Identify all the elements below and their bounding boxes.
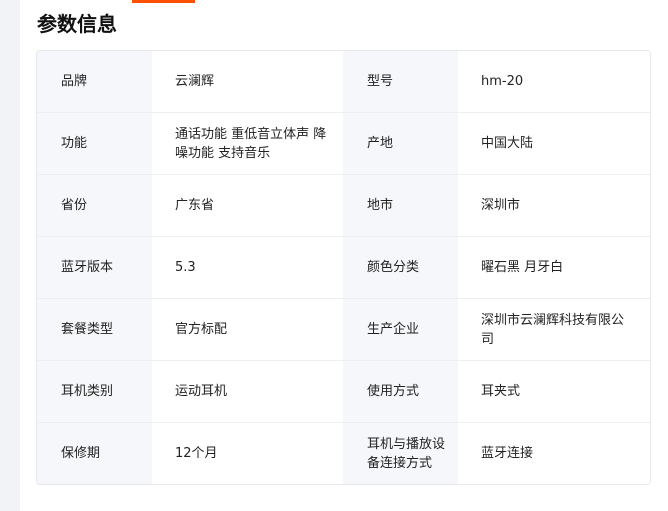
param-value-text: 曜石黑 月牙白 (481, 260, 564, 275)
params-row: 省份 广东省 地市 深圳市 (37, 175, 650, 237)
param-key: 地市 (343, 175, 458, 236)
param-key: 套餐类型 (37, 299, 152, 360)
param-key: 耳机类别 (37, 361, 152, 422)
param-value: 蓝牙连接 (458, 423, 650, 484)
param-value-text: 深圳市云澜辉科技有限公司 (481, 312, 625, 347)
param-value-text: 深圳市 (481, 198, 521, 213)
param-key: 颜色分类 (343, 237, 458, 298)
param-value-text: 耳夹式 (481, 384, 521, 399)
params-row: 保修期 12个月 耳机与播放设备连接方式 蓝牙连接 (37, 423, 650, 484)
param-value: 深圳市 (458, 175, 650, 236)
param-value-text: 运动耳机 (175, 384, 228, 399)
param-value-text: 广东省 (175, 198, 215, 213)
param-value: 云澜辉 (152, 51, 343, 112)
params-row: 耳机类别 运动耳机 使用方式 耳夹式 (37, 361, 650, 423)
param-value-text: 蓝牙连接 (481, 446, 534, 461)
param-key: 品牌 (37, 51, 152, 112)
param-value: 12个月 (152, 423, 343, 484)
param-value: 耳夹式 (458, 361, 650, 422)
param-value: 官方标配 (152, 299, 343, 360)
param-value-text: hm-20 (481, 74, 524, 89)
active-tab-indicator (132, 0, 195, 3)
product-detail-page: 参数信息 品牌 云澜辉 型号 hm-20 功能 通话功能 重低音立体声 降噪功能… (0, 0, 668, 511)
params-row: 蓝牙版本 5.3 颜色分类 曜石黑 月牙白 (37, 237, 650, 299)
left-rail (0, 0, 20, 511)
param-value-text: 通话功能 重低音立体声 降噪功能 支持音乐 (175, 126, 327, 161)
param-key: 省份 (37, 175, 152, 236)
params-row: 功能 通话功能 重低音立体声 降噪功能 支持音乐 产地 中国大陆 (37, 113, 650, 175)
param-key: 保修期 (37, 423, 152, 484)
param-key: 使用方式 (343, 361, 458, 422)
param-value-text: 中国大陆 (481, 136, 534, 151)
param-key: 功能 (37, 113, 152, 174)
param-key: 产地 (343, 113, 458, 174)
section-title: 参数信息 (37, 12, 117, 36)
param-value-text: 官方标配 (175, 322, 228, 337)
param-value: 5.3 (152, 237, 343, 298)
param-key: 耳机与播放设备连接方式 (343, 423, 458, 484)
param-key: 蓝牙版本 (37, 237, 152, 298)
param-value: 中国大陆 (458, 113, 650, 174)
param-value-text: 5.3 (175, 260, 196, 275)
params-table: 品牌 云澜辉 型号 hm-20 功能 通话功能 重低音立体声 降噪功能 支持音乐… (36, 50, 651, 485)
param-value-text: 12个月 (175, 446, 218, 461)
params-row: 品牌 云澜辉 型号 hm-20 (37, 51, 650, 113)
param-value: 曜石黑 月牙白 (458, 237, 650, 298)
params-row: 套餐类型 官方标配 生产企业 深圳市云澜辉科技有限公司 (37, 299, 650, 361)
param-value-text: 云澜辉 (175, 74, 215, 89)
param-value: 运动耳机 (152, 361, 343, 422)
param-value: 深圳市云澜辉科技有限公司 (458, 299, 650, 360)
param-key: 型号 (343, 51, 458, 112)
param-value: 通话功能 重低音立体声 降噪功能 支持音乐 (152, 113, 343, 174)
param-value: 广东省 (152, 175, 343, 236)
param-value: hm-20 (458, 51, 650, 112)
param-key: 生产企业 (343, 299, 458, 360)
